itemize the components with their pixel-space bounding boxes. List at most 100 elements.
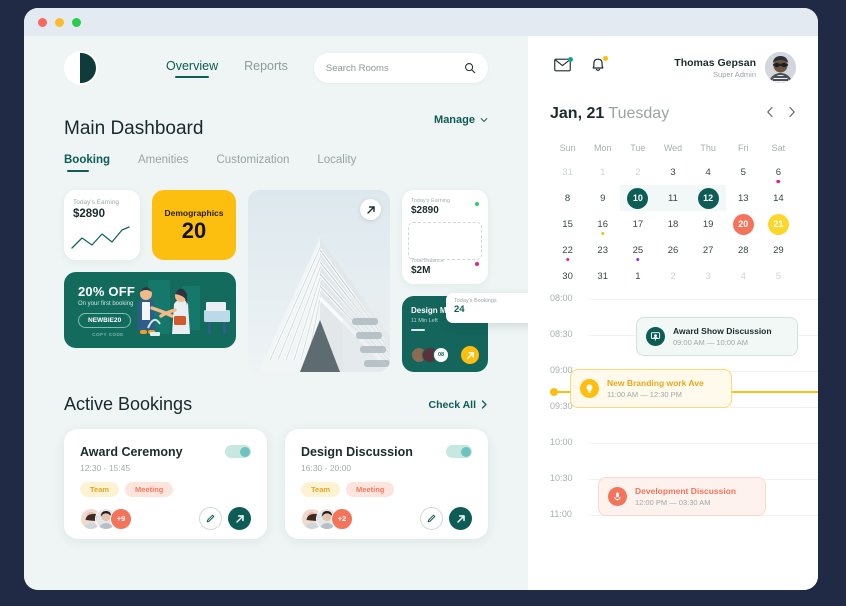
booking-card[interactable]: Award Ceremony 12:30 - 15:45 Team Meetin…	[64, 429, 267, 539]
calendar-day-23[interactable]: 23	[585, 237, 620, 263]
stats-card[interactable]: Today's Earning $2890 Total Balance $2M	[402, 190, 488, 284]
stat-total-balance: Total Balance $2M	[411, 258, 479, 276]
calendar-next-button[interactable]	[788, 105, 796, 123]
calendar-day-30[interactable]: 30	[550, 263, 585, 289]
booking-toggle[interactable]	[446, 445, 472, 458]
calendar-day-pill: 21	[767, 213, 789, 235]
calendar-day-5[interactable]: 5	[761, 263, 796, 289]
calendar-day-25[interactable]: 25	[620, 237, 655, 263]
calendar-day-5[interactable]: 5	[726, 159, 761, 185]
building-photo-card[interactable]	[248, 190, 390, 372]
line-chart-icon	[71, 226, 130, 249]
window-minimize-button[interactable]	[55, 17, 64, 27]
user-name: Thomas Gepsan	[674, 56, 756, 69]
calendar-day-21[interactable]: 21	[761, 211, 796, 237]
booking-open-button[interactable]	[228, 507, 251, 530]
booking-toggle[interactable]	[225, 445, 251, 458]
timeline-event-branding[interactable]: New Branding work Ave 11:00 AM — 12:30 P…	[570, 369, 732, 408]
booking-avatars: +9	[80, 507, 132, 530]
nav-item-overview[interactable]: Overview	[166, 59, 218, 78]
todays-bookings-chip[interactable]: Today's Bookings 24	[446, 293, 528, 323]
tag-meeting[interactable]: Meeting	[125, 482, 174, 497]
calendar-day-19[interactable]: 19	[691, 211, 726, 237]
tab-customization[interactable]: Customization	[217, 154, 290, 172]
booking-edit-button[interactable]	[199, 507, 222, 530]
tab-locality[interactable]: Locality	[317, 154, 356, 172]
promo-card[interactable]: 20% OFF On your first booking NEWBIE20 C…	[64, 272, 236, 348]
calendar-day-20[interactable]: 20	[726, 211, 761, 237]
calendar-day-31[interactable]: 31	[550, 159, 585, 185]
calendar-grid: Sun Mon Tue Wed Thu Fri Sat 31 1 2 3 4 5 6 8 9 10…	[550, 137, 796, 289]
booking-card[interactable]: Design Discussion 16:30 - 20:00 Team Mee…	[285, 429, 488, 539]
bookings-chip-value: 24	[454, 304, 465, 315]
check-all-button[interactable]: Check All	[429, 399, 488, 411]
tab-booking[interactable]: Booking	[64, 154, 110, 172]
stat-earning-dot	[475, 202, 479, 206]
meeting-open-button[interactable]	[461, 346, 479, 364]
calendar-day-6[interactable]: 6	[761, 159, 796, 185]
calendar-day-4[interactable]: 4	[726, 263, 761, 289]
search-box[interactable]	[313, 53, 488, 83]
demographics-card[interactable]: Demographics 20	[152, 190, 236, 260]
calendar-day-1[interactable]: 1	[620, 263, 655, 289]
bulb-icon	[580, 379, 599, 398]
weekday-fri: Fri	[738, 143, 749, 153]
calendar-day-18[interactable]: 18	[655, 211, 690, 237]
booking-actions	[199, 507, 251, 530]
calendar-week-row: 31 1 2 3 4 5 6	[550, 159, 796, 185]
timeline-event-development[interactable]: Development Discussion 12:00 PM — 03:30 …	[598, 477, 766, 516]
calendar-day-28[interactable]: 28	[726, 237, 761, 263]
meeting-avatars: 08	[411, 347, 449, 363]
calendar-day-16[interactable]: 16	[585, 211, 620, 237]
tag-team[interactable]: Team	[80, 482, 120, 497]
booking-edit-button[interactable]	[420, 507, 443, 530]
nav-item-reports[interactable]: Reports	[244, 59, 288, 78]
promo-headline: 20% OFF	[78, 283, 136, 299]
search-input[interactable]	[325, 62, 464, 74]
timeline-event-award-show[interactable]: Award Show Discussion 09:00 AM — 10:00 A…	[636, 317, 798, 356]
demographics-label: Demographics	[164, 208, 224, 218]
event-title: Development Discussion	[635, 486, 737, 496]
booking-open-button[interactable]	[449, 507, 472, 530]
calendar-day-13[interactable]: 13	[726, 185, 761, 211]
promo-illustration	[137, 280, 230, 336]
promo-code-button[interactable]: NEWBIE20	[78, 312, 132, 328]
window-maximize-button[interactable]	[72, 17, 81, 27]
calendar-weekday: Tuesday	[608, 105, 670, 122]
calendar-prev-button[interactable]	[766, 105, 774, 123]
calendar-day-17[interactable]: 17	[620, 211, 655, 237]
tag-team[interactable]: Team	[301, 482, 341, 497]
calendar-day-15[interactable]: 15	[550, 211, 585, 237]
calendar-day-27[interactable]: 27	[691, 237, 726, 263]
notifications-button[interactable]	[591, 56, 608, 78]
photo-open-button[interactable]	[360, 199, 381, 220]
calendar-day-3[interactable]: 3	[655, 159, 690, 185]
calendar-day-8[interactable]: 8	[550, 185, 585, 211]
side-panel-header: Thomas Gepsan Super Admin	[550, 52, 796, 83]
earning-card[interactable]: Today's Earning $2890	[64, 190, 140, 260]
page-title: Main Dashboard	[64, 118, 204, 139]
avatar-count: 08	[433, 347, 449, 363]
calendar-day-9[interactable]: 9	[585, 185, 620, 211]
calendar-day-2[interactable]: 2	[655, 263, 690, 289]
user-profile[interactable]: Thomas Gepsan Super Admin	[674, 52, 796, 83]
dashboard-tabs: Booking Amenities Customization Locality	[64, 154, 488, 172]
window-close-button[interactable]	[38, 17, 47, 27]
tag-meeting[interactable]: Meeting	[346, 482, 395, 497]
tab-amenities[interactable]: Amenities	[138, 154, 189, 172]
calendar-day-2[interactable]: 2	[620, 159, 655, 185]
calendar-day-4[interactable]: 4	[691, 159, 726, 185]
mail-button[interactable]	[554, 57, 573, 77]
calendar-day-3[interactable]: 3	[691, 263, 726, 289]
promo-copy-label[interactable]: COPY CODE	[78, 332, 138, 337]
calendar-day-11[interactable]: 11	[655, 185, 691, 211]
calendar-day-29[interactable]: 29	[761, 237, 796, 263]
calendar-day-12[interactable]: 12	[690, 185, 726, 211]
calendar-day-1[interactable]: 1	[585, 159, 620, 185]
calendar-day-14[interactable]: 14	[761, 185, 796, 211]
calendar-day-26[interactable]: 26	[655, 237, 690, 263]
manage-dropdown[interactable]: Manage	[434, 114, 488, 126]
calendar-day-22[interactable]: 22	[550, 237, 585, 263]
calendar-day-10[interactable]: 10	[620, 185, 656, 211]
calendar-day-31[interactable]: 31	[585, 263, 620, 289]
